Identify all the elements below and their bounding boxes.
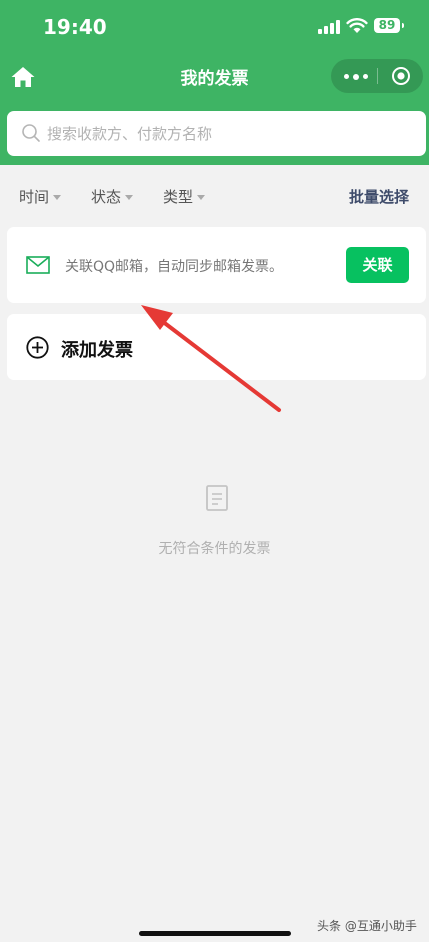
filter-type-label: 类型: [163, 188, 194, 206]
wifi-icon: [346, 18, 368, 33]
search-placeholder: 搜索收款方、付款方名称: [47, 125, 213, 143]
filter-status-label: 状态: [91, 188, 122, 206]
filter-time[interactable]: 时间: [19, 186, 62, 207]
filter-time-label: 时间: [19, 188, 50, 206]
add-circle-icon: [26, 336, 49, 359]
caret-down-icon: [53, 195, 62, 200]
more-options-icon[interactable]: [339, 59, 375, 93]
status-bar: 19:40 89: [0, 0, 429, 54]
nav-bar: 我的发票: [0, 54, 429, 100]
home-indicator: [139, 931, 291, 936]
link-email-card: 关联QQ邮箱，自动同步邮箱发票。 关联: [7, 227, 426, 303]
filter-bar: 时间 状态 类型 批量选择: [0, 180, 429, 210]
close-mini-program-icon[interactable]: [391, 66, 411, 86]
batch-select-button[interactable]: 批量选择: [349, 186, 409, 207]
mini-program-capsule: [331, 59, 423, 93]
filter-type[interactable]: 类型: [163, 186, 206, 207]
add-invoice-label: 添加发票: [61, 340, 133, 361]
header: 19:40 89 我的发票 搜索收款方、付款方名称: [0, 0, 429, 165]
status-time: 19:40: [43, 15, 107, 39]
caret-down-icon: [197, 195, 206, 200]
link-email-text: 关联QQ邮箱，自动同步邮箱发票。: [65, 259, 284, 275]
mail-icon: [26, 256, 50, 274]
search-input[interactable]: 搜索收款方、付款方名称: [7, 111, 426, 156]
watermark: 头条 @互通小助手: [317, 919, 417, 933]
add-invoice-button[interactable]: 添加发票: [7, 314, 426, 380]
battery-icon: 89: [374, 18, 404, 33]
search-icon: [22, 124, 40, 142]
empty-state-text: 无符合条件的发票: [158, 541, 271, 557]
capsule-divider: [377, 68, 378, 84]
document-icon: [206, 485, 228, 511]
link-email-button[interactable]: 关联: [346, 247, 409, 283]
caret-down-icon: [125, 195, 134, 200]
cellular-signal-icon: [318, 20, 340, 34]
filter-status[interactable]: 状态: [91, 186, 134, 207]
